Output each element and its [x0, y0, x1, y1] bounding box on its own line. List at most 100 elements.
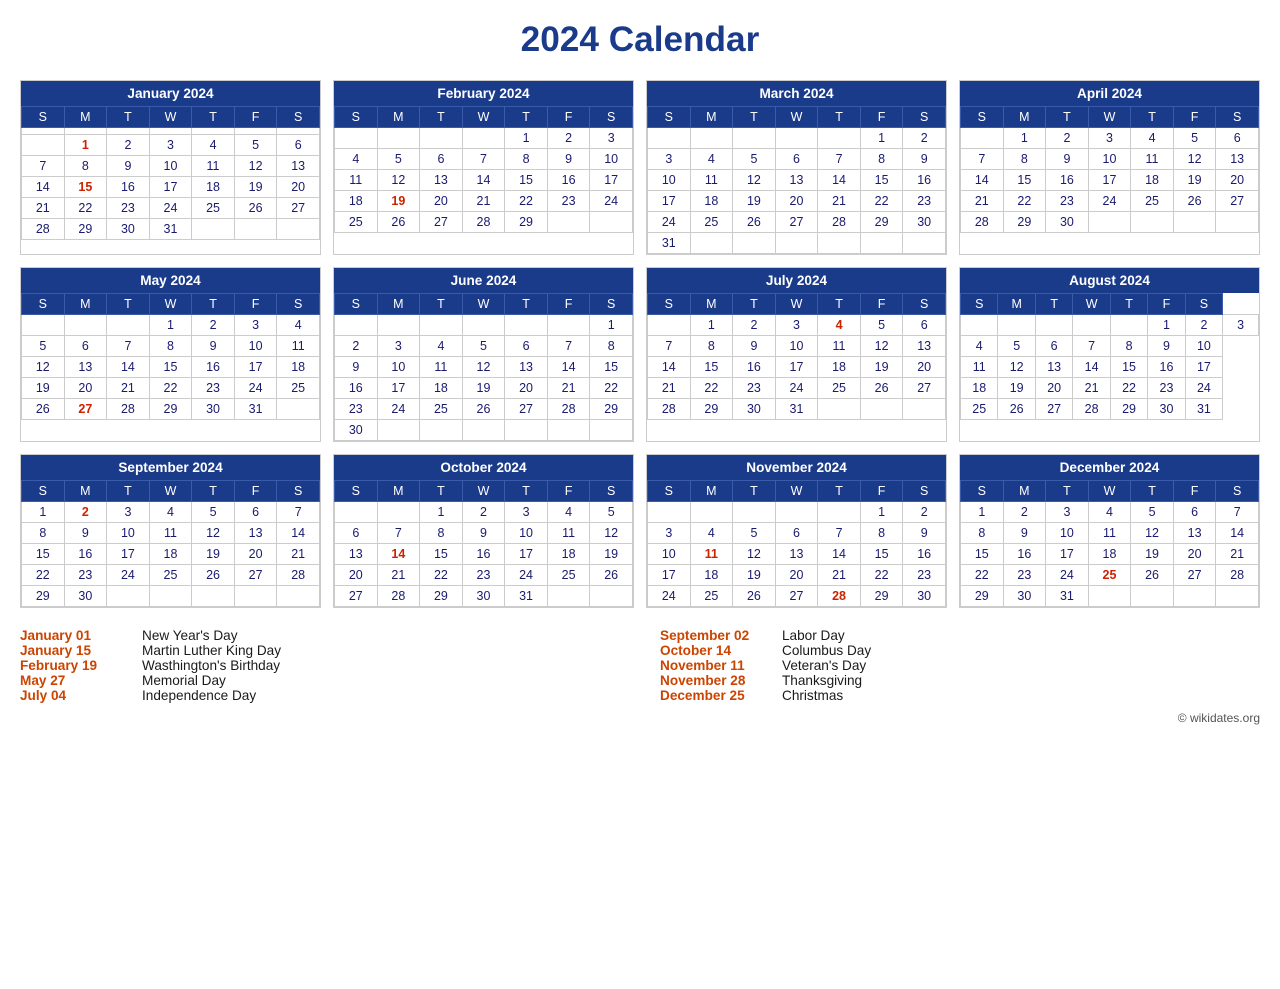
day-cell: 5: [998, 336, 1035, 357]
weekday-header: F: [234, 107, 277, 128]
day-cell: 16: [462, 544, 505, 565]
day-cell: 12: [860, 336, 903, 357]
day-cell: 18: [547, 544, 590, 565]
weekday-header: F: [547, 294, 590, 315]
day-cell: 2: [547, 128, 590, 149]
day-cell: 13: [64, 357, 107, 378]
weekday-header: T: [1046, 107, 1089, 128]
holiday-name: Veteran's Day: [782, 658, 866, 673]
day-cell: 15: [860, 544, 903, 565]
day-cell: [234, 219, 277, 240]
day-cell: 26: [22, 399, 65, 420]
day-cell: 29: [590, 399, 633, 420]
day-cell: [149, 128, 192, 135]
day-cell: 14: [818, 170, 861, 191]
day-cell: 27: [903, 378, 946, 399]
day-cell: 22: [149, 378, 192, 399]
day-cell: [377, 128, 420, 149]
day-cell: [192, 219, 235, 240]
day-cell: 9: [1046, 149, 1089, 170]
page-title: 2024 Calendar: [20, 20, 1260, 60]
day-cell: 2: [107, 135, 150, 156]
day-cell: [590, 586, 633, 607]
day-cell: 25: [335, 212, 378, 233]
weekday-header: W: [149, 107, 192, 128]
month-1: January 2024SMTWTFS123456789101112131415…: [20, 80, 321, 255]
holiday-row: January 01New Year's Day: [20, 628, 620, 643]
day-cell: 7: [961, 149, 1004, 170]
day-cell: 13: [1035, 357, 1072, 378]
weekday-header: S: [277, 481, 320, 502]
day-cell: 14: [1073, 357, 1110, 378]
day-cell: 22: [860, 191, 903, 212]
calendar-grid: January 2024SMTWTFS123456789101112131415…: [20, 80, 1260, 608]
day-cell: 9: [1003, 523, 1046, 544]
day-cell: 24: [1046, 565, 1089, 586]
day-cell: 1: [1003, 128, 1046, 149]
day-cell: 29: [690, 399, 733, 420]
day-cell: 4: [1131, 128, 1174, 149]
day-cell: 6: [64, 336, 107, 357]
holiday-date: July 04: [20, 688, 130, 703]
day-cell: 2: [335, 336, 378, 357]
weekday-header: S: [961, 107, 1004, 128]
day-cell: [860, 399, 903, 420]
day-cell: [462, 315, 505, 336]
day-cell: 26: [590, 565, 633, 586]
day-cell: 21: [818, 191, 861, 212]
day-cell: 5: [733, 149, 776, 170]
weekday-header: S: [648, 481, 691, 502]
weekday-header: W: [1088, 481, 1131, 502]
day-cell: [377, 420, 420, 441]
day-cell: [1131, 586, 1174, 607]
day-cell: 21: [818, 565, 861, 586]
month-header: June 2024: [334, 268, 633, 293]
day-cell: 12: [1173, 149, 1216, 170]
day-cell: 26: [377, 212, 420, 233]
day-cell: 10: [377, 357, 420, 378]
holiday-name: Martin Luther King Day: [142, 643, 281, 658]
weekday-header: S: [961, 294, 998, 315]
day-cell: 1: [860, 128, 903, 149]
day-cell: 8: [505, 149, 548, 170]
holiday-name: Columbus Day: [782, 643, 871, 658]
day-cell: 19: [462, 378, 505, 399]
day-cell: 10: [1088, 149, 1131, 170]
day-cell: [64, 128, 107, 135]
day-cell: 27: [277, 198, 320, 219]
day-cell: [377, 315, 420, 336]
day-cell: 1: [860, 502, 903, 523]
day-cell: 17: [505, 544, 548, 565]
day-cell: 20: [234, 544, 277, 565]
day-cell: 28: [107, 399, 150, 420]
day-cell: 18: [961, 378, 998, 399]
day-cell: 15: [505, 170, 548, 191]
day-cell: 8: [1003, 149, 1046, 170]
holiday-row: November 11Veteran's Day: [660, 658, 1260, 673]
weekday-header: S: [1185, 294, 1222, 315]
day-cell: 23: [903, 565, 946, 586]
day-cell: 10: [590, 149, 633, 170]
day-cell: [1216, 212, 1259, 233]
day-cell: 10: [1046, 523, 1089, 544]
day-cell: 6: [505, 336, 548, 357]
day-cell: 10: [648, 544, 691, 565]
weekday-header: F: [1173, 107, 1216, 128]
day-cell: 20: [775, 565, 818, 586]
day-cell: 28: [1216, 565, 1259, 586]
weekday-header: W: [149, 481, 192, 502]
day-cell: 20: [1035, 378, 1072, 399]
day-cell: 4: [335, 149, 378, 170]
day-cell: 4: [192, 135, 235, 156]
day-cell: 1: [590, 315, 633, 336]
day-cell: 2: [64, 502, 107, 523]
day-cell: 7: [1216, 502, 1259, 523]
day-cell: 3: [590, 128, 633, 149]
day-cell: 25: [1131, 191, 1174, 212]
day-cell: 15: [961, 544, 1004, 565]
day-cell: 17: [149, 177, 192, 198]
day-cell: 7: [107, 336, 150, 357]
day-cell: 8: [860, 149, 903, 170]
day-cell: 21: [547, 378, 590, 399]
day-cell: 22: [420, 565, 463, 586]
